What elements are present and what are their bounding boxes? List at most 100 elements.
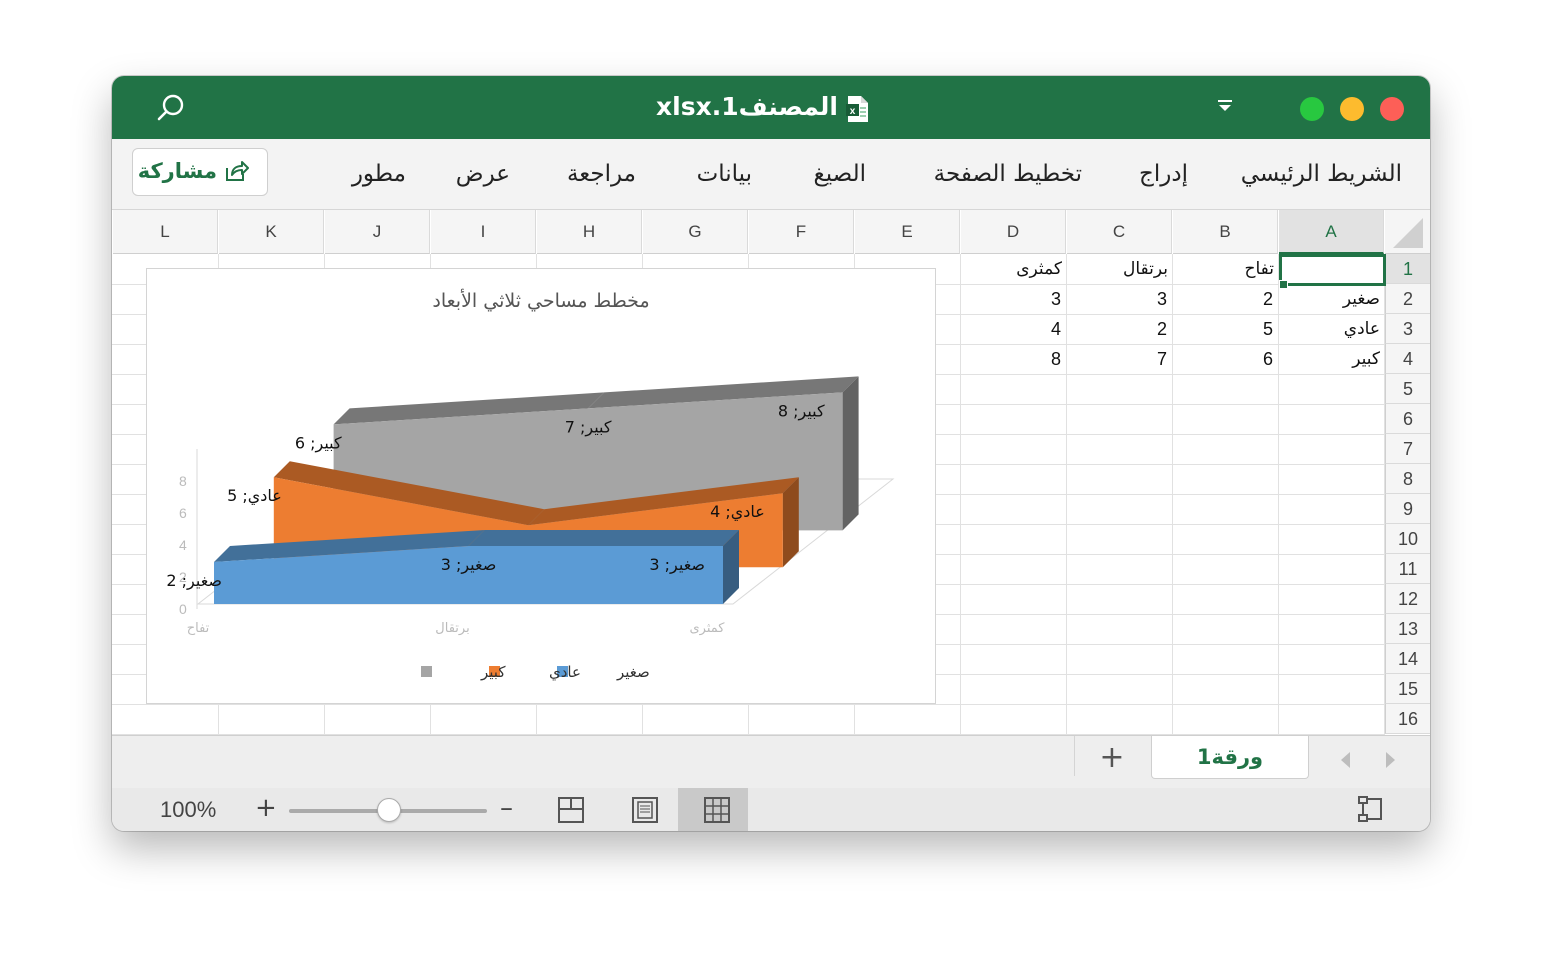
cell-c2[interactable]: 3 — [1067, 284, 1173, 314]
x-tick-label: برتقال — [435, 621, 469, 636]
x-tick-label: تفاح — [187, 621, 210, 636]
row-header-9[interactable]: 9 — [1385, 494, 1430, 524]
legend-label: صغير — [616, 663, 650, 681]
cell-c4[interactable]: 7 — [1067, 344, 1173, 374]
cell-b4[interactable]: 6 — [1173, 344, 1279, 374]
cell-b1[interactable]: تفاح — [1173, 254, 1279, 284]
y-tick-label: 8 — [179, 473, 187, 489]
y-tick-label: 4 — [179, 537, 187, 553]
svg-text:x: x — [850, 106, 856, 117]
cell-d1[interactable]: كمثرى — [961, 254, 1067, 284]
sheet-tab-1[interactable]: ورقة1 — [1151, 736, 1309, 779]
ribbon: مشاركة الشريط الرئيسي إدراج تخطيط الصفحة… — [112, 139, 1430, 210]
data-label: صغير; 3 — [441, 555, 497, 575]
status-bar: 100% + – — [112, 788, 1430, 831]
data-label: عادي; 4 — [710, 502, 765, 522]
cell-a3[interactable]: عادي — [1279, 314, 1385, 344]
column-header-g[interactable]: G — [643, 210, 748, 254]
close-button[interactable] — [1380, 97, 1404, 121]
tab-insert[interactable]: إدراج — [1139, 156, 1188, 192]
data-label: صغير; 3 — [649, 555, 705, 575]
data-label: عادي; 5 — [227, 486, 282, 506]
cell-b3[interactable]: 5 — [1173, 314, 1279, 344]
column-header-j[interactable]: J — [325, 210, 430, 254]
cell-c3[interactable]: 2 — [1067, 314, 1173, 344]
legend-label: عادي — [549, 663, 581, 682]
maximize-button[interactable] — [1300, 97, 1324, 121]
excel-window: المصنف1.xlsx x مشاركة الشريط الرئيسي إدر… — [112, 76, 1430, 831]
row-header-6[interactable]: 6 — [1385, 404, 1430, 434]
row-header-7[interactable]: 7 — [1385, 434, 1430, 464]
row-header-1[interactable]: 1 — [1385, 254, 1430, 284]
sheet-divider — [1074, 736, 1075, 776]
grid-row-line — [112, 704, 1385, 705]
row-header-15[interactable]: 15 — [1385, 674, 1430, 704]
row-header-13[interactable]: 13 — [1385, 614, 1430, 644]
row-header-10[interactable]: 10 — [1385, 524, 1430, 554]
series-top-face — [468, 530, 739, 546]
column-header-e[interactable]: E — [855, 210, 960, 254]
sheet-scroll-right-icon[interactable] — [1384, 750, 1398, 775]
chart-canvas: مخطط مساحي ثلاثي الأبعاد02468كبير; 6كبير… — [166, 289, 895, 682]
fill-handle[interactable] — [1279, 280, 1288, 289]
share-button[interactable]: مشاركة — [132, 148, 268, 196]
tab-data[interactable]: بيانات — [697, 156, 752, 192]
column-header-k[interactable]: K — [219, 210, 324, 254]
column-header-l[interactable]: L — [113, 210, 218, 254]
row-header-11[interactable]: 11 — [1385, 554, 1430, 584]
zoom-in-icon[interactable]: + — [255, 792, 277, 824]
area-chart-3d[interactable]: مخطط مساحي ثلاثي الأبعاد 0 2 4 6 8 كبير; 6 كبير… — [146, 268, 936, 704]
column-header-d[interactable]: D — [961, 210, 1066, 254]
title-bar: المصنف1.xlsx x — [112, 76, 1430, 139]
cell-b2[interactable]: 2 — [1173, 284, 1279, 314]
column-header-f[interactable]: F — [749, 210, 854, 254]
cell-c1[interactable]: برتقال — [1067, 254, 1173, 284]
zoom-slider-knob[interactable] — [377, 798, 401, 822]
chart-title: مخطط مساحي ثلاثي الأبعاد — [432, 289, 649, 312]
share-button-label: مشاركة — [137, 159, 217, 183]
accessibility-check-icon[interactable] — [1356, 796, 1386, 828]
row-header-3[interactable]: 3 — [1385, 314, 1430, 344]
page-break-view-button[interactable] — [532, 788, 602, 831]
y-tick-label: 0 — [179, 601, 187, 617]
column-header-i[interactable]: I — [431, 210, 536, 254]
window-title: المصنف1.xlsx — [656, 92, 838, 121]
quick-access-dropdown-icon[interactable] — [1218, 98, 1232, 118]
cell-d2[interactable]: 3 — [961, 284, 1067, 314]
normal-view-button[interactable] — [678, 788, 748, 831]
row-header-8[interactable]: 8 — [1385, 464, 1430, 494]
zoom-level[interactable]: 100% — [160, 794, 216, 826]
series-side-face — [842, 376, 859, 531]
tab-page-layout[interactable]: تخطيط الصفحة — [934, 156, 1082, 192]
active-cell-a1[interactable] — [1279, 254, 1386, 286]
row-header-2[interactable]: 2 — [1385, 284, 1430, 314]
add-sheet-icon[interactable]: + — [1092, 742, 1132, 776]
sheet-scroll-left-icon[interactable] — [1338, 750, 1352, 775]
column-header-h[interactable]: H — [537, 210, 642, 254]
select-all-corner[interactable] — [1385, 210, 1430, 254]
tab-view[interactable]: عرض — [456, 156, 510, 192]
x-tick-label: كمثرى — [690, 621, 726, 636]
cell-d4[interactable]: 8 — [961, 344, 1067, 374]
row-header-5[interactable]: 5 — [1385, 374, 1430, 404]
row-header-14[interactable]: 14 — [1385, 644, 1430, 674]
tab-formulas[interactable]: الصيغ — [813, 156, 866, 192]
cell-d3[interactable]: 4 — [961, 314, 1067, 344]
row-header-4[interactable]: 4 — [1385, 344, 1430, 374]
column-header-b[interactable]: B — [1173, 210, 1278, 254]
search-icon[interactable] — [156, 93, 186, 127]
cell-a2[interactable]: صغير — [1279, 284, 1385, 314]
tab-home[interactable]: الشريط الرئيسي — [1241, 156, 1402, 192]
tab-review[interactable]: مراجعة — [567, 156, 636, 192]
minimize-button[interactable] — [1340, 97, 1364, 121]
excel-document-icon: x — [846, 95, 870, 127]
zoom-out-icon[interactable]: – — [500, 792, 513, 824]
column-header-a[interactable]: A — [1279, 210, 1384, 254]
data-label: كبير; 7 — [565, 417, 612, 437]
row-header-12[interactable]: 12 — [1385, 584, 1430, 614]
row-header-16[interactable]: 16 — [1385, 704, 1430, 734]
page-layout-view-button[interactable] — [606, 788, 676, 831]
tab-developer[interactable]: مطور — [352, 156, 406, 192]
column-header-c[interactable]: C — [1067, 210, 1172, 254]
cell-a4[interactable]: كبير — [1279, 344, 1385, 374]
